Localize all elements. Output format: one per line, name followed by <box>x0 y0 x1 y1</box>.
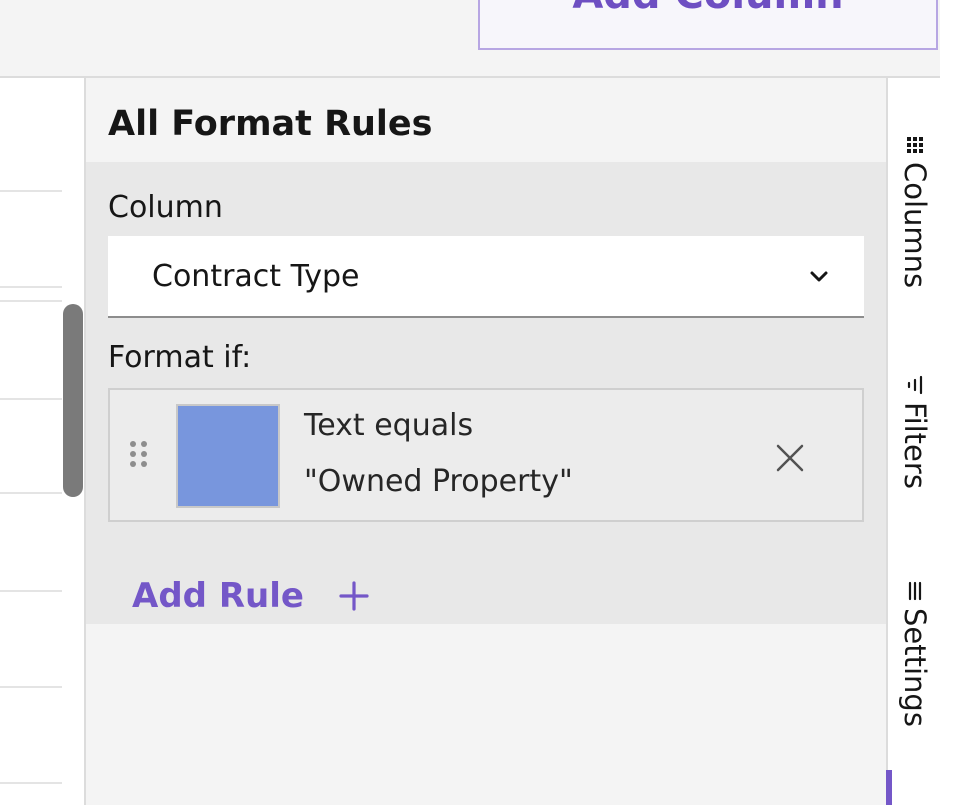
filter-icon <box>907 375 923 395</box>
settings-lines-icon <box>908 581 922 601</box>
tab-columns[interactable]: Columns <box>888 134 942 288</box>
side-tab-bar: Columns Filters Settings <box>886 78 940 805</box>
tab-filters-label: Filters <box>898 402 932 489</box>
grid-row-divider <box>0 590 62 592</box>
tab-columns-label: Columns <box>898 162 932 289</box>
add-column-button[interactable]: Add Column <box>478 0 938 50</box>
grid-row-divider <box>0 686 62 688</box>
active-tab-indicator <box>886 770 892 805</box>
tab-settings-label: Settings <box>898 608 932 727</box>
add-rule-label: Add Rule <box>132 576 304 616</box>
panel-title: All Format Rules <box>108 104 433 144</box>
column-select[interactable]: Contract Type <box>108 236 864 318</box>
grid-row-divider <box>0 492 62 494</box>
format-rule-card: Text equals "Owned Property" <box>108 388 864 522</box>
grid-icon <box>907 137 923 153</box>
format-if-label: Format if: <box>108 340 252 375</box>
rule-editor-section: Column Contract Type Format if: Text equ… <box>86 162 888 624</box>
grid-row-divider <box>0 398 62 400</box>
grid-row-divider <box>0 190 62 192</box>
column-label: Column <box>108 190 223 225</box>
format-rules-panel: All Format Rules Column Contract Type Fo… <box>84 78 888 805</box>
grid-row-divider <box>0 300 62 302</box>
tab-filters[interactable]: Filters <box>888 374 942 489</box>
plus-icon <box>339 581 369 611</box>
grid-row-divider <box>0 782 62 784</box>
drag-handle-icon[interactable] <box>128 438 150 474</box>
add-rule-button[interactable]: Add Rule <box>132 576 370 616</box>
rule-value: "Owned Property" <box>304 464 573 499</box>
close-icon[interactable] <box>770 438 810 478</box>
rule-condition: Text equals <box>304 408 474 443</box>
rule-color-swatch[interactable] <box>176 404 280 508</box>
column-select-value: Contract Type <box>152 258 360 294</box>
window-edge <box>940 0 953 805</box>
top-toolbar: Add Column <box>0 0 953 78</box>
chevron-down-icon <box>810 271 828 282</box>
grid-row-divider <box>0 286 62 288</box>
tab-settings[interactable]: Settings <box>888 580 942 727</box>
vertical-scrollbar-thumb[interactable] <box>63 304 83 497</box>
